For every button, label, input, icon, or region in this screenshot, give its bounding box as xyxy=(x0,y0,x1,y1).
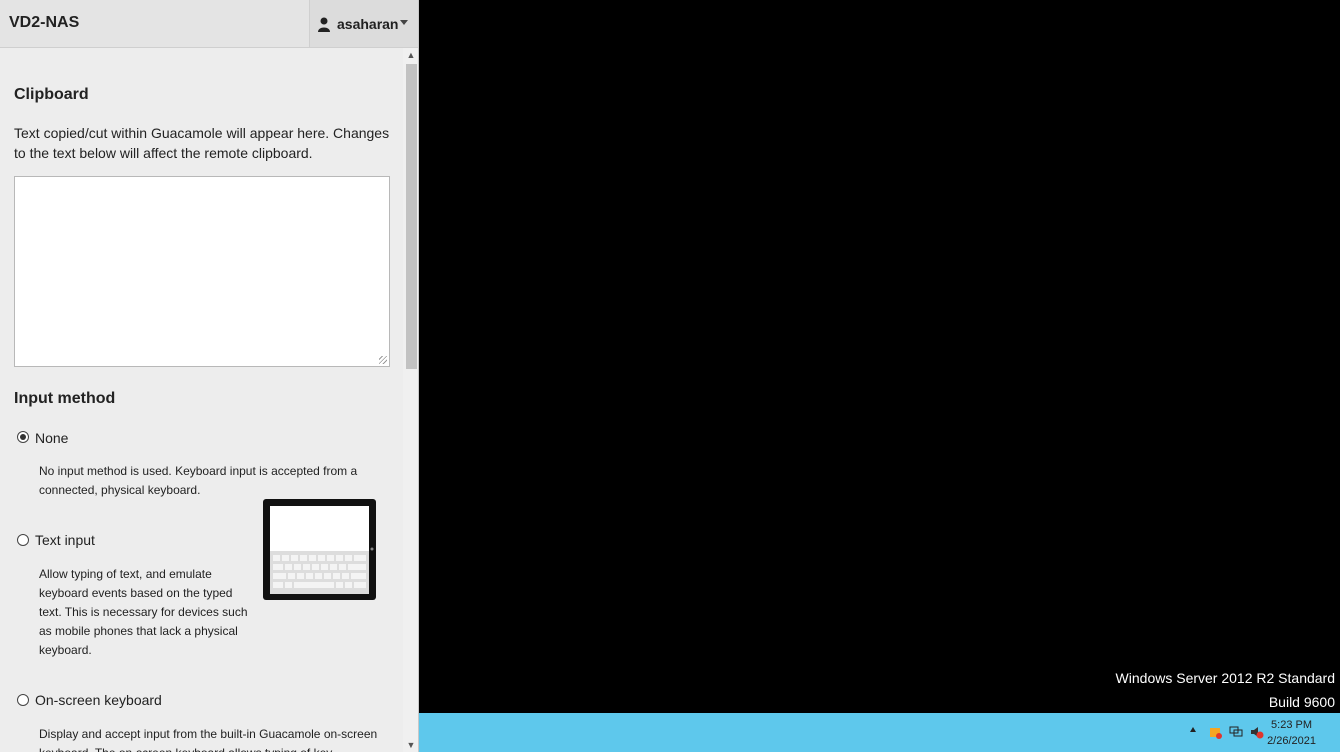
user-menu-button[interactable]: asaharan xyxy=(309,0,418,47)
username-label: asaharan xyxy=(337,16,399,32)
chevron-down-icon xyxy=(400,20,408,25)
flag-icon[interactable] xyxy=(1208,725,1222,739)
menu-content: Clipboard Text copied/cut within Guacamo… xyxy=(0,48,403,752)
radio-text-input[interactable] xyxy=(17,534,29,546)
radio-on-screen-keyboard[interactable] xyxy=(17,694,29,706)
option-text-input-label[interactable]: Text input xyxy=(35,532,95,548)
clock-time: 5:23 PM xyxy=(1271,719,1313,731)
clipboard-textarea[interactable] xyxy=(14,176,390,367)
system-clock[interactable]: 5:23 PM 2/26/2021 xyxy=(1267,717,1316,749)
radio-none[interactable] xyxy=(17,431,29,443)
menu-scrollbar[interactable]: ▲ ▼ xyxy=(403,48,418,752)
user-icon xyxy=(318,17,330,32)
clipboard-description: Text copied/cut within Guacamole will ap… xyxy=(14,125,390,161)
clipboard-heading: Clipboard xyxy=(14,86,89,103)
scroll-down-icon[interactable]: ▼ xyxy=(403,738,418,752)
option-osk-description: Display and accept input from the built-… xyxy=(39,727,378,752)
clock-date: 2/26/2021 xyxy=(1267,735,1316,747)
input-method-heading: Input method xyxy=(14,390,116,407)
option-none-description: No input method is used. Keyboard input … xyxy=(39,464,358,497)
guacamole-menu: VD2-NAS asaharan Clipboard Text copied/c… xyxy=(0,0,419,752)
build-watermark: Build 9600 xyxy=(1268,694,1335,710)
volume-mute-icon[interactable] xyxy=(1250,725,1264,739)
scroll-thumb[interactable] xyxy=(406,64,417,369)
connection-name: VD2-NAS xyxy=(9,14,80,31)
option-text-input-description: Allow typing of text, and emulate keyboa… xyxy=(39,567,248,657)
remote-desktop-display[interactable]: Windows Server 2012 R2 Standard Build 96… xyxy=(419,0,1340,752)
os-name-watermark: Windows Server 2012 R2 Standard xyxy=(1115,670,1335,686)
tray-arrow-icon[interactable] xyxy=(1190,727,1196,732)
tablet-keyboard-illustration xyxy=(263,499,376,600)
menu-header: VD2-NAS asaharan xyxy=(0,0,418,48)
option-none-label[interactable]: None xyxy=(35,430,68,446)
resize-grip-icon[interactable] xyxy=(379,356,387,364)
windows-taskbar: 5:23 PM 2/26/2021 xyxy=(419,713,1340,752)
option-osk-label[interactable]: On-screen keyboard xyxy=(35,692,162,708)
scroll-up-icon[interactable]: ▲ xyxy=(403,48,418,62)
network-icon[interactable] xyxy=(1229,725,1243,739)
